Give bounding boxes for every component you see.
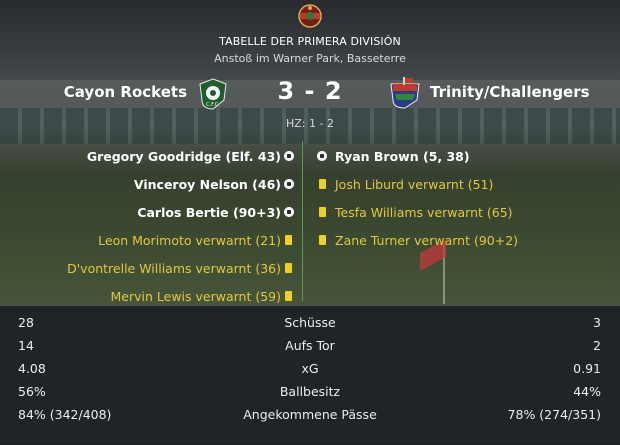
stat-label: Aufs Tor	[285, 338, 335, 353]
stat-away-value: 44%	[573, 384, 601, 399]
stat-row-xg: 4.08 xG 0.91	[0, 357, 620, 380]
stat-away-value: 2	[593, 338, 601, 353]
home-event[interactable]: Mervin Lewis verwarnt (59)	[111, 289, 281, 304]
away-event[interactable]: Ryan Brown (5, 38)	[335, 149, 470, 164]
events-divider	[302, 141, 303, 301]
home-event[interactable]: Vinceroy Nelson (46)	[134, 177, 281, 192]
stat-label: xG	[301, 361, 319, 376]
football-icon	[284, 151, 294, 161]
yellow-card-icon	[319, 235, 326, 245]
stat-label: Schüsse	[284, 315, 336, 330]
stat-row-possession: 56% Ballbesitz 44%	[0, 380, 620, 403]
away-event[interactable]: Zane Turner verwarnt (90+2)	[335, 233, 518, 248]
football-icon	[284, 207, 294, 217]
yellow-card-icon	[285, 263, 292, 273]
venue-text: Anstoß im Warner Park, Basseterre	[214, 52, 406, 65]
football-icon	[284, 179, 294, 189]
football-icon	[317, 151, 327, 161]
competition-title[interactable]: TABELLE DER PRIMERA DIVISIÓN	[0, 35, 620, 48]
competition-logo-icon	[298, 4, 322, 28]
yellow-card-icon	[319, 179, 326, 189]
home-event[interactable]: Carlos Bertie (90+3)	[137, 205, 281, 220]
match-stats-panel: 28 Schüsse 3 14 Aufs Tor 2 4.08 xG 0.91 …	[0, 305, 620, 445]
away-event[interactable]: Josh Liburd verwarnt (51)	[335, 177, 493, 192]
stat-away-value: 0.91	[573, 361, 601, 376]
stat-row-shots: 28 Schüsse 3	[0, 311, 620, 334]
home-event[interactable]: Leon Morimoto verwarnt (21)	[98, 233, 281, 248]
away-event[interactable]: Tesfa Williams verwarnt (65)	[335, 205, 513, 220]
away-team-name[interactable]: Trinity/Challengers	[430, 83, 590, 101]
yellow-card-icon	[285, 235, 292, 245]
stat-row-passes: 84% (342/408) Angekommene Pässe 78% (274…	[0, 403, 620, 426]
stat-label: Ballbesitz	[279, 384, 341, 399]
yellow-card-icon	[319, 207, 326, 217]
home-event[interactable]: D'vontrelle Williams verwarnt (36)	[67, 261, 281, 276]
yellow-card-icon	[285, 291, 292, 301]
away-team-crest-icon	[390, 77, 420, 109]
halftime-score: HZ: 1 - 2	[286, 117, 334, 130]
stat-away-value: 78% (274/351)	[507, 407, 601, 422]
stat-away-value: 3	[593, 315, 601, 330]
home-event[interactable]: Gregory Goodridge (Elf. 43)	[87, 149, 281, 164]
stat-row-on-target: 14 Aufs Tor 2	[0, 334, 620, 357]
